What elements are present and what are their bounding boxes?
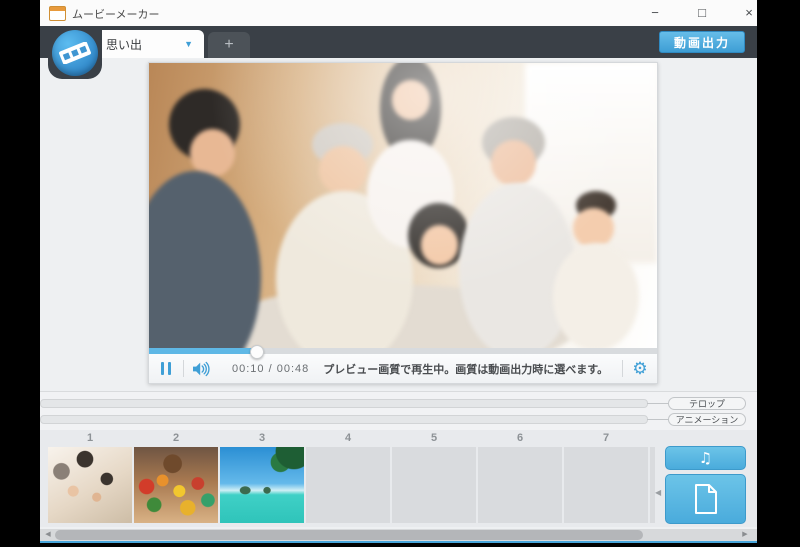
timeline-slot-6[interactable]: 6	[478, 430, 562, 527]
timeline-scrollbar[interactable]: ◀ ▶	[40, 529, 757, 541]
slot-6-empty[interactable]	[478, 447, 562, 523]
progress-fill	[149, 348, 256, 354]
telop-track[interactable]	[40, 399, 648, 408]
effect-tracks: テロップ アニメーション	[40, 392, 757, 430]
add-file-button[interactable]	[665, 474, 746, 524]
animation-button[interactable]: アニメーション	[668, 413, 746, 426]
seek-handle[interactable]	[250, 345, 264, 359]
new-project-tab[interactable]: +	[208, 32, 250, 58]
video-preview	[149, 63, 657, 348]
scrollbar-thumb[interactable]	[55, 530, 643, 540]
timeline-area: 1 2 3 4 5	[40, 430, 757, 527]
slot-8-empty[interactable]	[650, 447, 655, 523]
animation-track[interactable]	[40, 415, 648, 424]
maximize-button[interactable]: □	[682, 0, 722, 26]
timeline-slot-3[interactable]: 3	[220, 430, 304, 527]
scroll-left-icon[interactable]: ◀	[42, 529, 54, 541]
settings-gear-icon[interactable]: ⚙	[623, 359, 657, 379]
video-export-button[interactable]: 動画出力	[659, 31, 745, 53]
pause-button[interactable]	[149, 354, 183, 383]
playback-controls: 00:10 / 00:48 プレビュー画質で再生中。画質は動画出力時に選べます。…	[149, 354, 657, 383]
timeline-slot-7[interactable]: 7	[564, 430, 648, 527]
playback-status-message: プレビュー画質で再生中。画質は動画出力時に選べます。	[323, 361, 608, 377]
music-button[interactable]: ♫	[665, 446, 746, 470]
telop-button[interactable]: テロップ	[668, 397, 746, 410]
slot-strip: 1 2 3 4 5	[48, 430, 655, 527]
window-bottom-accent	[40, 541, 757, 543]
project-tab-memories[interactable]: 思い出 ▼	[90, 30, 204, 58]
minimize-button[interactable]: −	[635, 0, 675, 26]
slot-1-family-photo[interactable]	[48, 447, 132, 523]
timeline-slot-5[interactable]: 5	[392, 430, 476, 527]
collapse-arrow-icon[interactable]: ◀	[655, 488, 661, 497]
speaker-icon	[191, 361, 211, 377]
timeline-slot-4[interactable]: 4	[306, 430, 390, 527]
project-tab-label: 思い出	[106, 36, 142, 53]
movie-maker-window: ムービーメーカー − □ × + 思い出 ▼ 動画出力	[40, 0, 757, 543]
timeline-slot-2[interactable]: 2	[134, 430, 218, 527]
timeline-slot-1[interactable]: 1	[48, 430, 132, 527]
screen: ムービーメーカー − □ × + 思い出 ▼ 動画出力	[0, 0, 800, 547]
document-icon	[693, 483, 719, 515]
slot-5-empty[interactable]	[392, 447, 476, 523]
timeline-slot-8-partial[interactable]	[650, 430, 655, 527]
app-logo-film-icon	[52, 30, 98, 76]
app-icon	[49, 6, 66, 21]
volume-button[interactable]	[184, 354, 218, 383]
video-player: 00:10 / 00:48 プレビュー画質で再生中。画質は動画出力時に選べます。…	[148, 62, 658, 384]
music-note-icon: ♫	[699, 449, 712, 467]
slot-7-empty[interactable]	[564, 447, 648, 523]
slot-4-empty[interactable]	[306, 447, 390, 523]
window-title: ムービーメーカー	[72, 6, 160, 22]
time-display: 00:10 / 00:48	[232, 363, 309, 375]
slot-2-market-photo[interactable]	[134, 447, 218, 523]
seek-bar[interactable]	[149, 348, 657, 354]
title-bar: ムービーメーカー − □ ×	[40, 0, 757, 26]
chevron-down-icon[interactable]: ▼	[184, 39, 193, 49]
scroll-right-icon[interactable]: ▶	[739, 529, 751, 541]
close-button[interactable]: ×	[729, 0, 757, 26]
slot-3-beach-photo[interactable]	[220, 447, 304, 523]
